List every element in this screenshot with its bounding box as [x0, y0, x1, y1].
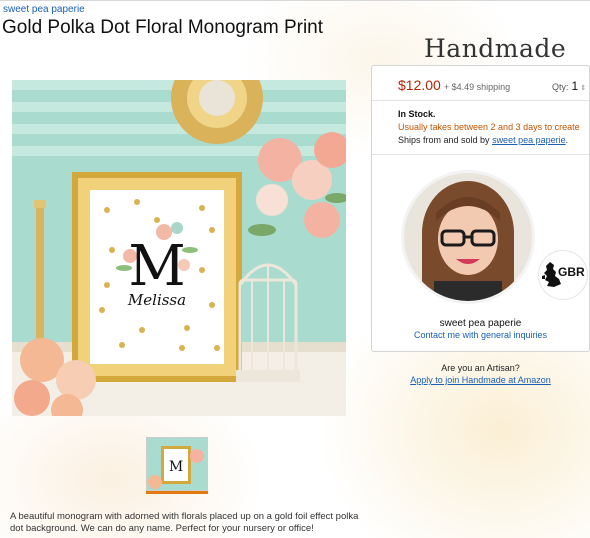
handmade-logo: Handmade: [424, 34, 567, 63]
quantity-value: 1: [571, 79, 579, 93]
apply-handmade-link[interactable]: Apply to join Handmade at Amazon: [371, 375, 590, 385]
quantity-label: Qty:: [552, 82, 569, 92]
contact-seller-link[interactable]: Contact me with general inquiries: [372, 330, 589, 340]
print-letter: M: [128, 234, 185, 299]
ships-from-line: Ships from and sold by sweet pea paperie…: [398, 135, 568, 145]
delivery-estimate: Usually takes between 2 and 3 days to cr…: [398, 122, 580, 132]
country-badge: GBR: [538, 250, 588, 300]
chevron-updown-icon: ⇕: [580, 85, 587, 92]
svg-text:M: M: [169, 459, 183, 475]
buy-box-divider: [372, 154, 589, 155]
quantity-control[interactable]: Qty: 1 ⇕: [552, 79, 586, 93]
print-name: Melissa: [127, 291, 186, 309]
seller-avatar[interactable]: [401, 170, 535, 304]
seller-name: sweet pea paperie: [439, 318, 522, 329]
stock-status: In Stock.: [398, 109, 436, 119]
price-row: $12.00 + $4.49 shipping: [398, 77, 510, 93]
seller-breadcrumb-link[interactable]: sweet pea paperie: [3, 4, 85, 15]
buy-box-divider: [372, 100, 589, 101]
buy-box: $12.00 + $4.49 shipping Qty: 1 ⇕ In Stock.…: [371, 65, 590, 352]
artisan-question: Are you an Artisan?: [441, 363, 520, 373]
product-main-image[interactable]: M Melissa: [12, 80, 346, 416]
ships-from-seller-link[interactable]: sweet pea paperie: [492, 135, 566, 145]
price: $12.00: [398, 77, 441, 93]
ships-from-suffix: .: [565, 135, 569, 145]
shipping-cost: + $4.49 shipping: [443, 82, 511, 92]
product-thumbnail[interactable]: M: [146, 437, 208, 491]
product-description: A beautiful monogram with adorned with f…: [10, 511, 359, 534]
ships-from-prefix: Ships from and sold by: [398, 135, 493, 145]
selected-thumbnail-indicator: [146, 491, 208, 494]
product-title: Gold Polka Dot Floral Monogram Print: [2, 17, 324, 38]
top-divider: [0, 0, 590, 1]
country-code: GBR: [558, 265, 585, 279]
